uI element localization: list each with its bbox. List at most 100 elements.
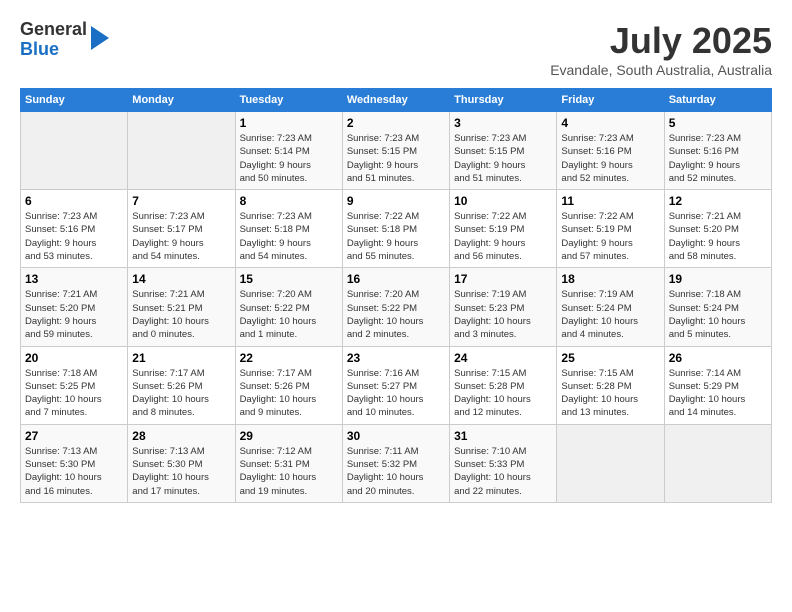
day-number: 21 (132, 351, 230, 365)
day-number: 6 (25, 194, 123, 208)
day-info: Sunrise: 7:21 AM Sunset: 5:20 PM Dayligh… (669, 210, 767, 263)
day-of-week-header: Sunday (21, 89, 128, 112)
day-info: Sunrise: 7:13 AM Sunset: 5:30 PM Dayligh… (132, 445, 230, 498)
calendar-table: SundayMondayTuesdayWednesdayThursdayFrid… (20, 88, 772, 503)
day-info: Sunrise: 7:23 AM Sunset: 5:16 PM Dayligh… (669, 132, 767, 185)
calendar-cell: 6 Sunrise: 7:23 AM Sunset: 5:16 PM Daylig… (21, 190, 128, 268)
calendar-cell: 3Sunrise: 7:23 AM Sunset: 5:15 PM Daylig… (450, 112, 557, 190)
day-info: Sunrise: 7:15 AM Sunset: 5:28 PM Dayligh… (561, 367, 659, 420)
day-number: 31 (454, 429, 552, 443)
logo-text: General Blue (20, 20, 87, 60)
day-info: Sunrise: 7:19 AM Sunset: 5:23 PM Dayligh… (454, 288, 552, 341)
day-of-week-header: Monday (128, 89, 235, 112)
day-number: 26 (669, 351, 767, 365)
calendar-cell: 26Sunrise: 7:14 AM Sunset: 5:29 PM Dayli… (664, 346, 771, 424)
calendar-cell: 27 Sunrise: 7:13 AM Sunset: 5:30 PM Dayli… (21, 424, 128, 502)
day-number: 14 (132, 272, 230, 286)
title-block: July 2025 Evandale, South Australia, Aus… (550, 20, 772, 78)
day-info: Sunrise: 7:19 AM Sunset: 5:24 PM Dayligh… (561, 288, 659, 341)
day-number: 17 (454, 272, 552, 286)
calendar-cell (664, 424, 771, 502)
calendar-header: SundayMondayTuesdayWednesdayThursdayFrid… (21, 89, 772, 112)
calendar-cell: 28 Sunrise: 7:13 AM Sunset: 5:30 PM Dayli… (128, 424, 235, 502)
calendar-cell: 2 Sunrise: 7:23 AM Sunset: 5:15 PM Daylig… (342, 112, 449, 190)
calendar-cell: 15 Sunrise: 7:20 AM Sunset: 5:22 PM Dayli… (235, 268, 342, 346)
calendar-cell: 14Sunrise: 7:21 AM Sunset: 5:21 PM Dayli… (128, 268, 235, 346)
day-number: 10 (454, 194, 552, 208)
calendar-cell: 29Sunrise: 7:12 AM Sunset: 5:31 PM Dayli… (235, 424, 342, 502)
days-of-week-row: SundayMondayTuesdayWednesdayThursdayFrid… (21, 89, 772, 112)
calendar-cell: 25 Sunrise: 7:15 AM Sunset: 5:28 PM Dayli… (557, 346, 664, 424)
calendar-week-row: 27 Sunrise: 7:13 AM Sunset: 5:30 PM Dayli… (21, 424, 772, 502)
calendar-cell: 9Sunrise: 7:22 AM Sunset: 5:18 PM Daylig… (342, 190, 449, 268)
calendar-cell: 23Sunrise: 7:16 AM Sunset: 5:27 PM Dayli… (342, 346, 449, 424)
day-of-week-header: Saturday (664, 89, 771, 112)
day-info: Sunrise: 7:22 AM Sunset: 5:19 PM Dayligh… (561, 210, 659, 263)
day-number: 1 (240, 116, 338, 130)
day-info: Sunrise: 7:23 AM Sunset: 5:15 PM Dayligh… (454, 132, 552, 185)
day-info: Sunrise: 7:20 AM Sunset: 5:22 PM Dayligh… (240, 288, 338, 341)
day-number: 15 (240, 272, 338, 286)
logo: General Blue (20, 20, 109, 60)
day-number: 11 (561, 194, 659, 208)
day-info: Sunrise: 7:23 AM Sunset: 5:16 PM Dayligh… (25, 210, 123, 263)
day-number: 24 (454, 351, 552, 365)
day-info: Sunrise: 7:10 AM Sunset: 5:33 PM Dayligh… (454, 445, 552, 498)
calendar-cell: 5 Sunrise: 7:23 AM Sunset: 5:16 PM Daylig… (664, 112, 771, 190)
calendar-week-row: 6 Sunrise: 7:23 AM Sunset: 5:16 PM Daylig… (21, 190, 772, 268)
calendar-cell: 31 Sunrise: 7:10 AM Sunset: 5:33 PM Dayli… (450, 424, 557, 502)
day-number: 28 (132, 429, 230, 443)
day-number: 8 (240, 194, 338, 208)
calendar-cell: 24 Sunrise: 7:15 AM Sunset: 5:28 PM Dayli… (450, 346, 557, 424)
day-info: Sunrise: 7:13 AM Sunset: 5:30 PM Dayligh… (25, 445, 123, 498)
day-info: Sunrise: 7:20 AM Sunset: 5:22 PM Dayligh… (347, 288, 445, 341)
location-subtitle: Evandale, South Australia, Australia (550, 62, 772, 78)
calendar-cell: 18 Sunrise: 7:19 AM Sunset: 5:24 PM Dayli… (557, 268, 664, 346)
calendar-cell: 13 Sunrise: 7:21 AM Sunset: 5:20 PM Dayli… (21, 268, 128, 346)
day-number: 23 (347, 351, 445, 365)
page-header: General Blue July 2025 Evandale, South A… (20, 20, 772, 78)
day-number: 18 (561, 272, 659, 286)
day-info: Sunrise: 7:23 AM Sunset: 5:14 PM Dayligh… (240, 132, 338, 185)
calendar-cell: 8 Sunrise: 7:23 AM Sunset: 5:18 PM Daylig… (235, 190, 342, 268)
calendar-cell: 19Sunrise: 7:18 AM Sunset: 5:24 PM Dayli… (664, 268, 771, 346)
day-number: 9 (347, 194, 445, 208)
day-info: Sunrise: 7:21 AM Sunset: 5:20 PM Dayligh… (25, 288, 123, 341)
calendar-cell (21, 112, 128, 190)
day-number: 2 (347, 116, 445, 130)
day-info: Sunrise: 7:23 AM Sunset: 5:18 PM Dayligh… (240, 210, 338, 263)
day-of-week-header: Thursday (450, 89, 557, 112)
calendar-body: 1 Sunrise: 7:23 AM Sunset: 5:14 PM Daylig… (21, 112, 772, 503)
logo-blue: Blue (20, 40, 87, 60)
day-number: 19 (669, 272, 767, 286)
day-info: Sunrise: 7:23 AM Sunset: 5:17 PM Dayligh… (132, 210, 230, 263)
day-number: 20 (25, 351, 123, 365)
day-number: 13 (25, 272, 123, 286)
day-number: 16 (347, 272, 445, 286)
day-info: Sunrise: 7:23 AM Sunset: 5:15 PM Dayligh… (347, 132, 445, 185)
day-info: Sunrise: 7:17 AM Sunset: 5:26 PM Dayligh… (240, 367, 338, 420)
day-number: 5 (669, 116, 767, 130)
calendar-cell: 20 Sunrise: 7:18 AM Sunset: 5:25 PM Dayli… (21, 346, 128, 424)
day-number: 12 (669, 194, 767, 208)
day-of-week-header: Tuesday (235, 89, 342, 112)
day-number: 27 (25, 429, 123, 443)
calendar-cell: 11 Sunrise: 7:22 AM Sunset: 5:19 PM Dayli… (557, 190, 664, 268)
logo-arrow-icon (91, 26, 109, 50)
logo-general: General (20, 20, 87, 40)
calendar-cell: 10 Sunrise: 7:22 AM Sunset: 5:19 PM Dayli… (450, 190, 557, 268)
calendar-cell: 4Sunrise: 7:23 AM Sunset: 5:16 PM Daylig… (557, 112, 664, 190)
calendar-cell: 12 Sunrise: 7:21 AM Sunset: 5:20 PM Dayli… (664, 190, 771, 268)
day-number: 22 (240, 351, 338, 365)
day-info: Sunrise: 7:15 AM Sunset: 5:28 PM Dayligh… (454, 367, 552, 420)
day-number: 25 (561, 351, 659, 365)
calendar-cell: 16 Sunrise: 7:20 AM Sunset: 5:22 PM Dayli… (342, 268, 449, 346)
day-number: 7 (132, 194, 230, 208)
day-number: 29 (240, 429, 338, 443)
day-info: Sunrise: 7:22 AM Sunset: 5:19 PM Dayligh… (454, 210, 552, 263)
day-number: 30 (347, 429, 445, 443)
day-info: Sunrise: 7:18 AM Sunset: 5:25 PM Dayligh… (25, 367, 123, 420)
calendar-week-row: 20 Sunrise: 7:18 AM Sunset: 5:25 PM Dayli… (21, 346, 772, 424)
calendar-cell: 17 Sunrise: 7:19 AM Sunset: 5:23 PM Dayli… (450, 268, 557, 346)
calendar-cell: 30Sunrise: 7:11 AM Sunset: 5:32 PM Dayli… (342, 424, 449, 502)
